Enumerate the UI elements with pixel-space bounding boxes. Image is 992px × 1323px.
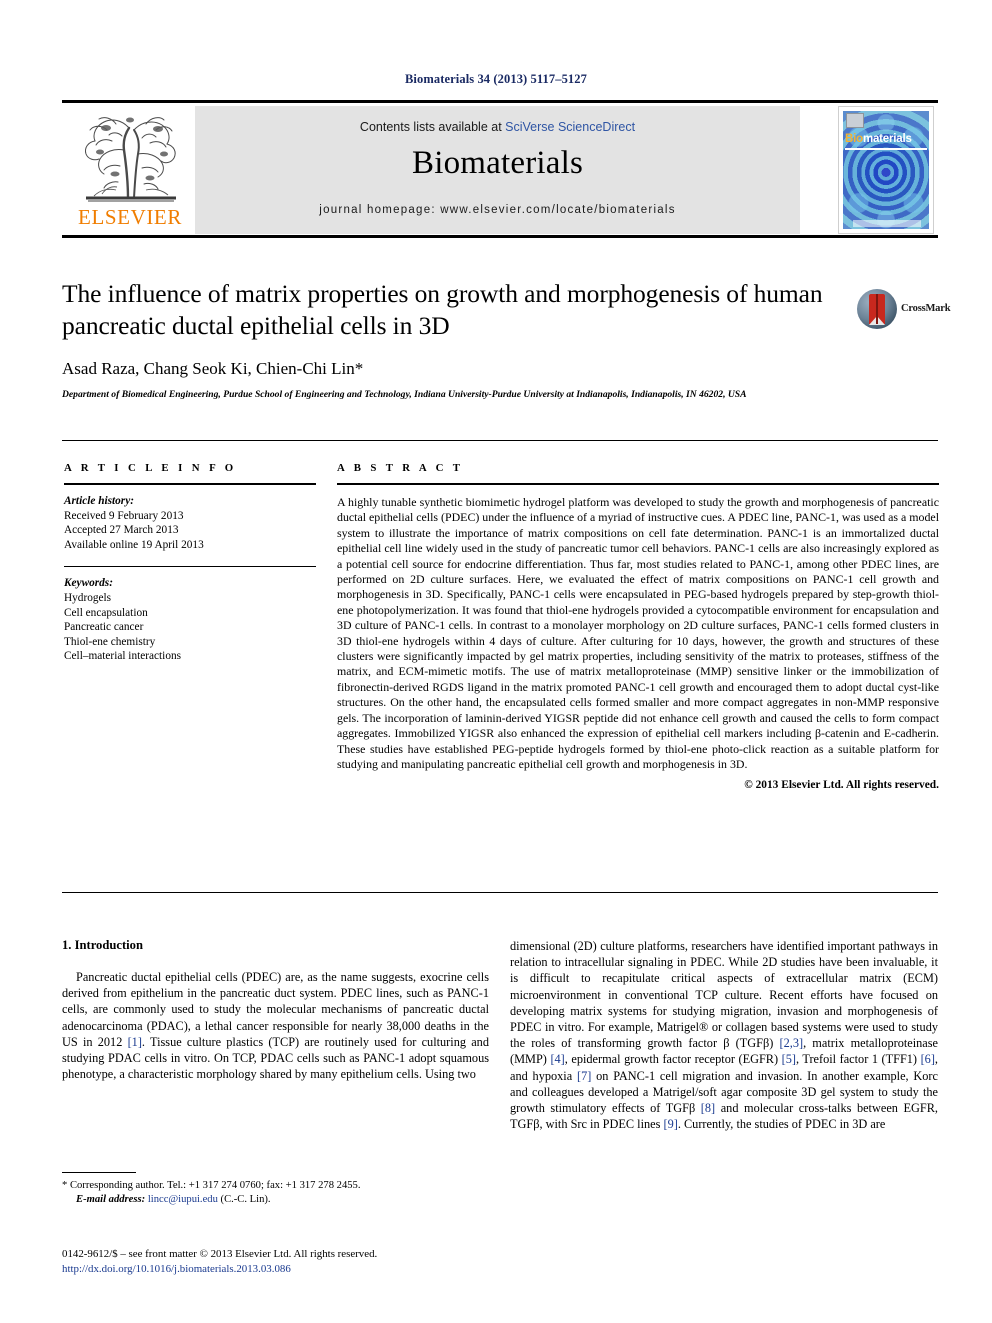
article-info-rule bbox=[64, 483, 316, 485]
abstract-heading: A B S T R A C T bbox=[337, 462, 464, 474]
info-section-top-rule bbox=[62, 440, 938, 441]
intro-right-h: . Currently, the studies of PDEC in 3D a… bbox=[677, 1117, 886, 1132]
cover-title-materials: materials bbox=[862, 133, 912, 145]
citation-ref-4[interactable]: [4] bbox=[550, 1052, 564, 1066]
elsevier-wordmark: ELSEVIER bbox=[78, 205, 182, 229]
crossmark-book-spine bbox=[876, 294, 878, 324]
author-list: Asad Raza, Chang Seok Ki, Chien-Chi Lin* bbox=[62, 359, 364, 378]
article-info-column: A R T I C L E I N F O Article history: R… bbox=[64, 462, 316, 664]
history-item: Available online 19 April 2013 bbox=[64, 538, 204, 551]
elsevier-logo: ELSEVIER bbox=[66, 106, 194, 234]
article-history-label: Article history: bbox=[64, 495, 134, 507]
body-left-column: 1. Introduction Pancreatic ductal epithe… bbox=[62, 938, 489, 1082]
masthead-top-rule bbox=[62, 100, 938, 103]
crossmark-label: CrossMark bbox=[901, 303, 951, 314]
corresponding-author-note: * Corresponding author. Tel.: +1 317 274… bbox=[62, 1179, 489, 1207]
keywords-group: Keywords: Hydrogels Cell encapsulation P… bbox=[64, 576, 316, 664]
article-first-page: Biomaterials 34 (2013) 5117–5127 ELSEVIE… bbox=[0, 0, 992, 1323]
crossmark-icon bbox=[857, 289, 897, 329]
keywords-label: Keywords: bbox=[64, 577, 113, 590]
intro-right-d: , Trefoil factor 1 (TFF1) bbox=[795, 1052, 921, 1067]
keywords-divider-rule bbox=[64, 566, 316, 568]
corresponding-author-line: * Corresponding author. Tel.: +1 317 274… bbox=[62, 1180, 361, 1191]
cover-elsevier-badge-icon bbox=[846, 113, 864, 128]
cover-underline bbox=[845, 148, 927, 150]
citation-ref-7[interactable]: [7] bbox=[577, 1069, 591, 1083]
copyright-line: © 2013 Elsevier Ltd. All rights reserved… bbox=[744, 779, 939, 792]
body-right-column: dimensional (2D) culture platforms, rese… bbox=[510, 938, 938, 1132]
crossmark-badge[interactable]: CrossMark bbox=[857, 287, 951, 333]
citation-ref-6[interactable]: [6] bbox=[921, 1052, 935, 1066]
intro-paragraph-right: dimensional (2D) culture platforms, rese… bbox=[510, 938, 938, 1132]
keyword-item: Cell encapsulation bbox=[64, 606, 148, 619]
intro-paragraph-left: Pancreatic ductal epithelial cells (PDEC… bbox=[62, 969, 489, 1082]
intro-right-a: dimensional (2D) culture platforms, rese… bbox=[510, 939, 938, 1051]
citation-ref-9[interactable]: [9] bbox=[663, 1117, 677, 1131]
issn-front-matter-line: 0142-9612/$ – see front matter © 2013 El… bbox=[62, 1248, 378, 1260]
citation-ref-8[interactable]: [8] bbox=[701, 1101, 715, 1115]
sciencedirect-link[interactable]: SciVerse ScienceDirect bbox=[505, 120, 635, 134]
elsevier-tree-icon bbox=[85, 117, 176, 202]
article-info-heading: A R T I C L E I N F O bbox=[64, 462, 237, 474]
affiliation: Department of Biomedical Engineering, Pu… bbox=[62, 389, 747, 400]
abstract-column: A B S T R A C T A highly tunable synthet… bbox=[337, 462, 939, 791]
email-label: E-mail address: bbox=[76, 1194, 146, 1205]
citation-ref-2-3[interactable]: [2,3] bbox=[780, 1036, 804, 1050]
running-head: Biomaterials 34 (2013) 5117–5127 bbox=[404, 72, 587, 86]
keyword-item: Cell–material interactions bbox=[64, 650, 182, 663]
history-item: Received 9 February 2013 bbox=[64, 509, 184, 522]
email-link[interactable]: lincc@iupui.edu bbox=[148, 1194, 218, 1205]
abstract-text: A highly tunable synthetic biomimetic hy… bbox=[337, 495, 939, 771]
history-item: Accepted 27 March 2013 bbox=[64, 524, 179, 537]
footnote-block: * Corresponding author. Tel.: +1 317 274… bbox=[62, 1172, 489, 1207]
doi-link[interactable]: http://dx.doi.org/10.1016/j.biomaterials… bbox=[62, 1262, 532, 1277]
title-block: The influence of matrix properties on gr… bbox=[62, 278, 938, 402]
journal-homepage-link[interactable]: journal homepage: www.elsevier.com/locat… bbox=[195, 204, 800, 216]
keyword-item: Thiol-ene chemistry bbox=[64, 635, 156, 648]
cover-title-bio: Bio bbox=[845, 133, 863, 145]
email-line: E-mail address: lincc@iupui.edu (C.-C. L… bbox=[62, 1193, 489, 1207]
citation-ref-1[interactable]: [1] bbox=[128, 1035, 142, 1049]
section-heading-introduction: 1. Introduction bbox=[62, 938, 143, 952]
contents-available-line: Contents lists available at SciVerse Sci… bbox=[195, 120, 800, 134]
email-suffix: (C.-C. Lin). bbox=[217, 1194, 271, 1205]
intro-right-c: , epidermal growth factor receptor (EGFR… bbox=[564, 1052, 782, 1067]
cover-artwork bbox=[843, 111, 929, 229]
journal-cover-thumbnail[interactable]: Biomaterials bbox=[838, 106, 934, 234]
keyword-item: Pancreatic cancer bbox=[64, 621, 144, 634]
cover-title: Biomaterials bbox=[845, 133, 929, 145]
cover-footer-bar bbox=[853, 220, 921, 227]
footnote-rule bbox=[62, 1172, 136, 1173]
masthead-bottom-rule bbox=[62, 235, 938, 238]
page-title: The influence of matrix properties on gr… bbox=[62, 279, 823, 340]
journal-title: Biomaterials bbox=[411, 145, 584, 181]
article-history-group: Article history: Received 9 February 201… bbox=[64, 494, 316, 552]
abstract-rule bbox=[337, 483, 939, 485]
journal-masthead: ELSEVIER Contents lists available at Sci… bbox=[62, 100, 938, 238]
keyword-item: Hydrogels bbox=[64, 591, 112, 604]
contents-prefix: Contents lists available at bbox=[359, 120, 506, 134]
journal-banner: Contents lists available at SciVerse Sci… bbox=[195, 106, 800, 234]
citation-ref-5[interactable]: [5] bbox=[782, 1052, 796, 1066]
colophon-block: 0142-9612/$ – see front matter © 2013 El… bbox=[62, 1247, 532, 1277]
info-section-bottom-rule bbox=[62, 892, 938, 893]
